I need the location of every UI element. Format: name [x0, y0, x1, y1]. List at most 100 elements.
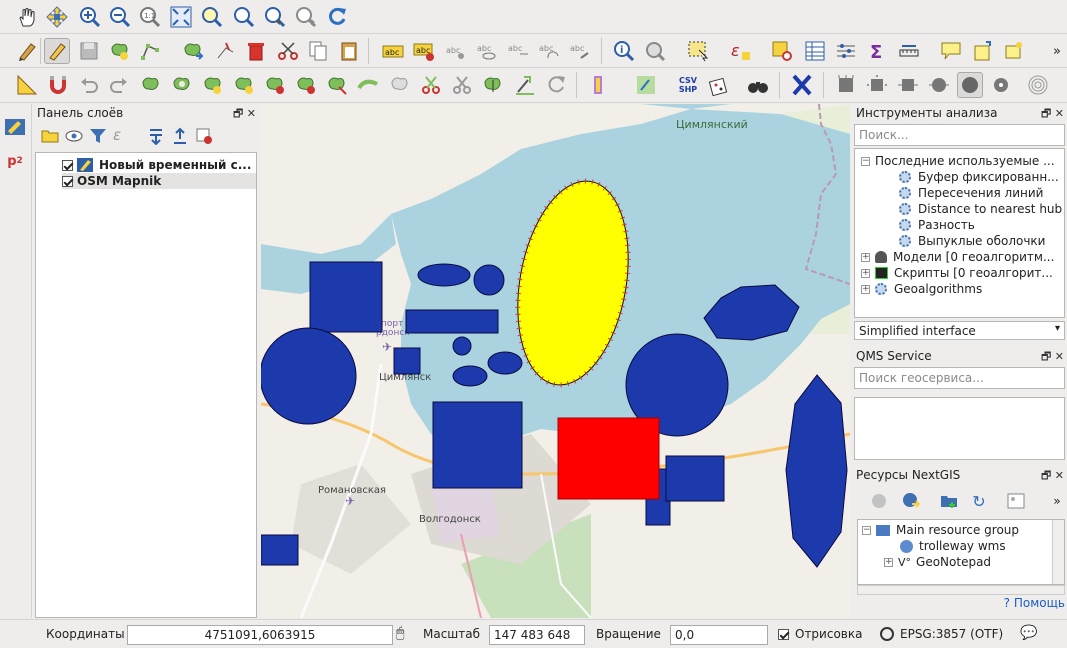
layer-row-temporary[interactable]: Новый временный с... [62, 157, 252, 173]
change-label-icon[interactable]: abc [567, 38, 593, 64]
binoculars-icon[interactable] [745, 72, 771, 98]
panel-float-close-buttons[interactable]: 🗗 ✕ [233, 105, 256, 124]
grid-circle-icon[interactable] [926, 72, 952, 98]
panel-float-close-buttons[interactable]: 🗗 ✕ [1041, 348, 1064, 367]
grid-circle-selected-icon[interactable] [957, 72, 983, 98]
remove-layer-icon[interactable] [195, 127, 213, 145]
layer-visibility-checkbox[interactable] [62, 159, 73, 171]
tree-group-scripts[interactable]: + Скрипты [0 геоалгорит... [861, 265, 1053, 281]
identify-icon[interactable]: i [611, 38, 637, 64]
layer-visibility-checkbox[interactable] [62, 175, 73, 187]
render-checkbox[interactable] [778, 629, 789, 640]
feature-ellipse[interactable] [452, 365, 488, 387]
zoom-actual-icon[interactable]: 1:1 [137, 4, 163, 30]
tree-node-main-group[interactable]: − Main resource group [862, 522, 1019, 538]
crs-globe-icon[interactable] [880, 627, 894, 641]
coords-toggle-icon[interactable]: 🖱 [396, 625, 404, 641]
current-edits-icon[interactable] [14, 38, 40, 64]
profile-tool-icon[interactable] [586, 72, 612, 98]
qms-search-input[interactable]: Поиск геосервиса... [854, 367, 1065, 389]
measure-icon[interactable] [896, 38, 922, 64]
statistical-summary-icon[interactable] [833, 38, 859, 64]
filter-legend-icon[interactable] [89, 127, 107, 145]
deselect-all-icon[interactable] [769, 38, 795, 64]
fill-ring-icon[interactable] [231, 72, 257, 98]
map-canvas[interactable]: Цимлянский Цимлянск Романовская Волгодон… [261, 104, 850, 618]
copy-features-icon[interactable] [305, 38, 331, 64]
refresh-icon[interactable]: ↻ [968, 490, 990, 512]
toolbar-overflow-icon[interactable]: » [1044, 38, 1067, 64]
highlight-pinned-icon[interactable]: abc [443, 38, 469, 64]
move-label-icon[interactable]: abc [505, 38, 531, 64]
x-tool-icon[interactable] [789, 72, 815, 98]
tree-item-buffer[interactable]: Буфер фиксированн... [899, 169, 1059, 185]
paste-features-icon[interactable] [336, 38, 362, 64]
redo-icon[interactable] [106, 72, 132, 98]
toolbar-overflow-icon[interactable]: » [1046, 490, 1067, 512]
tree-item-line-intersections[interactable]: Пересечения линий [899, 185, 1043, 201]
interface-mode-select[interactable]: Simplified interface ▾ [854, 321, 1065, 340]
feature-ellipse[interactable] [417, 263, 471, 287]
rotate-point-icon[interactable] [512, 72, 538, 98]
zoom-next-icon[interactable] [293, 4, 319, 30]
feature-elongated-hexagon[interactable] [785, 374, 848, 568]
filter-expression-icon[interactable]: ε [113, 126, 121, 144]
tree-horizontal-scrollbar[interactable] [857, 585, 1065, 595]
manage-visibility-icon[interactable] [65, 127, 83, 145]
new-bookmark-icon[interactable] [970, 38, 996, 64]
feature-square[interactable] [309, 261, 383, 333]
show-bookmarks-icon[interactable] [1001, 38, 1027, 64]
add-polygon-icon[interactable] [107, 38, 133, 64]
dice-icon[interactable] [706, 72, 732, 98]
cut-features-icon[interactable] [275, 38, 301, 64]
delete-ring-icon[interactable] [262, 72, 288, 98]
zoom-layer-icon[interactable] [231, 4, 257, 30]
new-folder-icon[interactable] [938, 490, 960, 512]
coords-field[interactable]: 4751091,6063915 [127, 625, 393, 645]
measure-angle-icon[interactable] [14, 72, 40, 98]
tree-item-distance-hub[interactable]: Distance to nearest hub [899, 201, 1062, 217]
layer-edit-icon[interactable] [4, 116, 26, 138]
collapse-all-icon[interactable] [171, 127, 189, 145]
scale-combobox[interactable]: 147 483 648 [489, 625, 585, 645]
feature-rectangle[interactable] [261, 534, 299, 566]
feature-circle[interactable] [261, 327, 357, 425]
panel-float-close-buttons[interactable]: 🗗 ✕ [1041, 105, 1064, 124]
tree-node-trolleway[interactable]: trolleway wms [900, 538, 1006, 554]
import-to-nextgis-icon[interactable] [900, 490, 922, 512]
rotate-label-icon[interactable]: abc [536, 38, 562, 64]
zoom-full-icon[interactable] [168, 4, 194, 30]
move-feature-icon[interactable] [180, 38, 206, 64]
grid-circle-dots-icon[interactable] [988, 72, 1014, 98]
offset-curve-icon[interactable] [355, 72, 381, 98]
analysis-search-input[interactable]: Поиск... [854, 124, 1065, 146]
add-group-icon[interactable] [41, 127, 59, 145]
select-by-expression-icon[interactable]: ε [727, 38, 753, 64]
zoom-last-icon[interactable] [262, 4, 288, 30]
label-tool-icon[interactable]: abc [380, 38, 406, 64]
merge-attributes-icon[interactable] [480, 72, 506, 98]
grid-square-icon[interactable] [833, 72, 859, 98]
map-tips-icon[interactable] [938, 38, 964, 64]
layer-row-osm[interactable]: OSM Mapnik [62, 173, 256, 189]
feature-square[interactable] [393, 347, 421, 375]
tree-group-models[interactable]: + Модели [0 геоалгоритм... [861, 249, 1054, 265]
tree-group-recent[interactable]: − Последние используемые ... [861, 153, 1055, 169]
save-edits-icon[interactable] [76, 38, 102, 64]
tree-item-difference[interactable]: Разность [899, 217, 975, 233]
crs-label[interactable]: EPSG:3857 (OTF) [900, 627, 1003, 641]
delete-part-icon[interactable] [293, 72, 319, 98]
feature-circle[interactable] [473, 264, 505, 296]
merge-features-icon[interactable] [449, 72, 475, 98]
show-hide-labels-icon[interactable]: abc [474, 38, 500, 64]
expand-all-icon[interactable] [147, 127, 165, 145]
georeferencer-icon[interactable] [633, 72, 659, 98]
pan-to-selection-icon[interactable] [44, 4, 70, 30]
simplify-feature-icon[interactable] [138, 72, 164, 98]
rotation-spinbox[interactable]: 0,0 [670, 625, 768, 645]
tree-group-geoalgorithms[interactable]: + Geoalgorithms [861, 281, 982, 297]
vertex-tool-icon[interactable] [138, 38, 164, 64]
toggle-editing-icon[interactable] [44, 38, 70, 64]
grid-hex-icon[interactable] [895, 72, 921, 98]
feature-rectangle[interactable] [665, 455, 725, 502]
